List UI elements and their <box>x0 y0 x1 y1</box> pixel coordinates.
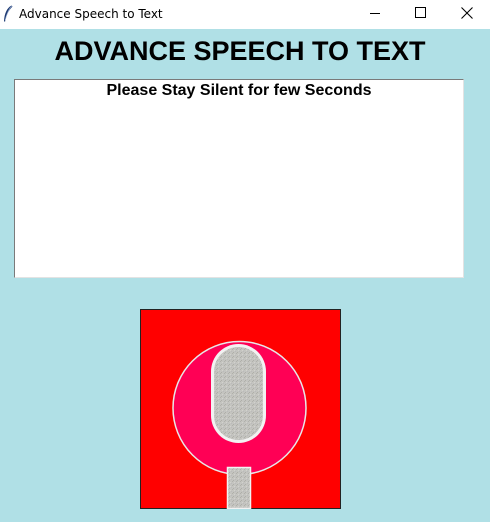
window-titlebar[interactable]: Advance Speech to Text <box>0 0 490 29</box>
page-title: ADVANCE SPEECH TO TEXT <box>54 36 426 66</box>
transcript-textbox[interactable]: Please Stay Silent for few Seconds <box>14 79 464 278</box>
maximize-icon <box>415 7 426 18</box>
transcript-status-text: Please Stay Silent for few Seconds <box>106 82 372 99</box>
microphone-icon <box>140 309 341 510</box>
feather-icon <box>4 5 13 22</box>
minimize-icon <box>370 13 380 14</box>
microphone-button[interactable] <box>140 309 341 510</box>
window-title: Advance Speech to Text <box>19 7 163 21</box>
minimize-button[interactable] <box>352 0 398 29</box>
close-icon <box>461 7 473 19</box>
close-button[interactable] <box>444 0 490 29</box>
maximize-button[interactable] <box>398 0 444 29</box>
